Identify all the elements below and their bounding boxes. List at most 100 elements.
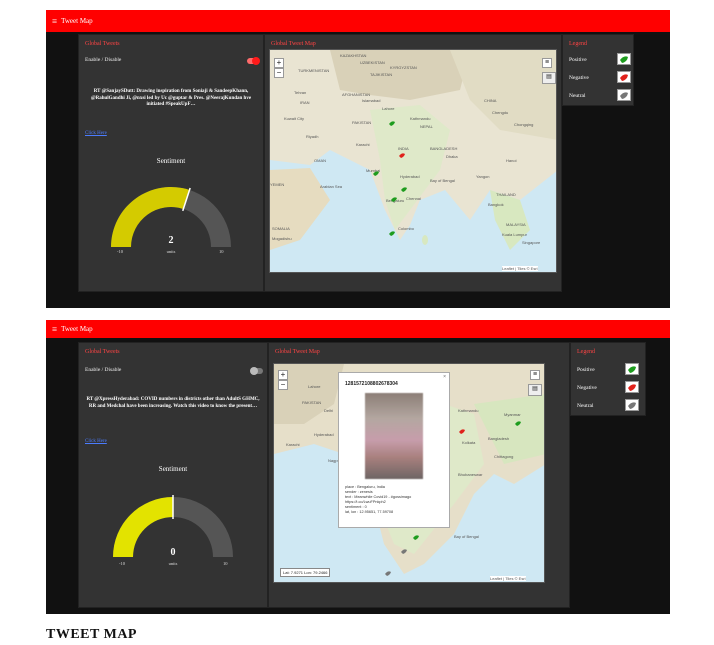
neutral-bird-icon — [625, 399, 639, 411]
tweet-media-image — [365, 393, 423, 479]
twitter-bird-icon[interactable] — [458, 428, 466, 435]
click-here-link[interactable]: Click Here — [85, 439, 107, 444]
layers-button[interactable]: ▤ — [542, 72, 556, 84]
map-label: Kuwait City — [284, 116, 305, 121]
legend-panel: Legend Positive Negative Neutral — [570, 342, 646, 416]
map-view[interactable]: + − ≡ ▤ KAZAKHSTAN UZBEKISTAN TURKMENIST… — [269, 49, 557, 273]
map-label: Kathmandu — [458, 408, 479, 413]
map-label: UZBEKISTAN — [360, 60, 385, 65]
map-view[interactable]: + − ≡ ▤ Lahore PAKISTAN Delhi Hyderabad … — [273, 363, 545, 583]
legend-label-negative: Negative — [569, 75, 589, 81]
map-label: KAZAKHSTAN — [340, 53, 367, 58]
map-label: Mogadishu — [272, 236, 292, 241]
twitter-bird-icon[interactable] — [400, 186, 408, 193]
gauge-max: 10 — [219, 249, 224, 254]
twitter-bird-icon[interactable] — [412, 534, 420, 541]
twitter-bird-icon[interactable] — [390, 196, 398, 203]
legend-label-neutral: Neutral — [577, 403, 594, 409]
legend-panel: Legend Positive Negative Neutral — [562, 34, 634, 106]
twitter-bird-icon[interactable] — [388, 120, 396, 127]
negative-bird-icon — [617, 71, 631, 83]
neutral-bird-icon — [617, 89, 631, 101]
map-label: Chengdu — [492, 110, 509, 115]
map-label: MALAYSIA — [506, 222, 526, 227]
popup-text: text : Meanwhile Covid19 - #gossimago — [345, 495, 412, 499]
map-attribution: Leaflet | Tiles © Esri — [490, 576, 526, 581]
enable-toggle[interactable] — [247, 57, 260, 65]
legend-title: Legend — [577, 349, 595, 355]
menu-icon[interactable]: ≡ — [52, 16, 57, 26]
map-label: PAKISTAN — [352, 120, 372, 125]
map-label: Hyderabad — [314, 432, 334, 437]
screen-1: ≡ Tweet Map Global Tweets Enable / Disab… — [46, 10, 670, 308]
gauge-value: 0 — [170, 547, 176, 558]
map-label: Chennai — [406, 196, 421, 201]
click-here-link[interactable]: Click Here — [85, 131, 107, 136]
global-tweets-panel: Global Tweets Enable / Disable RT @Xpres… — [78, 342, 268, 608]
global-tweet-map-panel: Global Tweet Map + − ≡ ▤ Lahore PAKISTAN… — [268, 342, 570, 608]
app-bar: ≡ Tweet Map — [46, 10, 670, 32]
twitter-bird-icon[interactable] — [384, 570, 392, 577]
map-label: Chittagong — [494, 454, 514, 459]
map-label: Colombo — [398, 226, 415, 231]
map-label: YEMEN — [270, 182, 285, 187]
map-label: Singapore — [522, 240, 541, 245]
legend-label-negative: Negative — [577, 385, 597, 391]
gauge-unit: units — [166, 249, 176, 254]
positive-bird-icon — [617, 53, 631, 65]
map-label: Dhaka — [446, 154, 458, 159]
sentiment-title: Sentiment — [156, 157, 186, 165]
map-label: NEPAL — [420, 124, 433, 129]
zoom-out-button[interactable]: − — [278, 380, 288, 390]
map-label: TURKMENISTAN — [298, 68, 330, 73]
popup-place: place : Bengaluru, India — [345, 485, 385, 489]
gauge-min: -10 — [117, 249, 123, 254]
gauge-unit: units — [168, 561, 178, 566]
map-label: KYRGYZSTAN — [390, 65, 417, 70]
popup-sender: sender : zenesis — [345, 490, 373, 494]
twitter-bird-icon[interactable] — [398, 152, 406, 159]
map-label: Yangon — [476, 174, 490, 179]
twitter-bird-icon[interactable] — [372, 170, 380, 177]
twitter-bird-icon[interactable] — [388, 230, 396, 237]
global-tweets-panel: Global Tweets Enable / Disable RT @Sanja… — [78, 34, 264, 292]
panel-title: Global Tweets — [85, 41, 120, 47]
map-menu-button[interactable]: ≡ — [530, 370, 540, 380]
legend-title: Legend — [569, 41, 587, 47]
panel-title: Global Tweets — [85, 349, 120, 355]
zoom-out-button[interactable]: − — [274, 68, 284, 78]
gauge-min: -10 — [119, 561, 125, 566]
app-title: Tweet Map — [61, 325, 93, 333]
menu-icon[interactable]: ≡ — [52, 324, 57, 334]
twitter-bird-icon[interactable] — [514, 420, 522, 427]
map-label: Bhubaneswar — [458, 472, 483, 477]
screen-2: ≡ Tweet Map Global Tweets Enable / Disab… — [46, 320, 670, 614]
map-label: Bay of Bengal — [454, 534, 479, 539]
toggle-knob — [252, 57, 260, 65]
map-label: Bangladesh — [488, 436, 510, 441]
map-label: Myanmar — [504, 412, 521, 417]
popup-close-icon[interactable]: × — [443, 374, 446, 380]
map-label: Hyderabad — [400, 174, 420, 179]
legend-label-positive: Positive — [577, 367, 595, 373]
map-menu-button[interactable]: ≡ — [542, 58, 552, 68]
zoom-in-button[interactable]: + — [274, 58, 284, 68]
positive-bird-icon — [625, 363, 639, 375]
map-label: OMAN — [314, 158, 326, 163]
enable-toggle[interactable] — [250, 367, 263, 375]
negative-bird-icon — [625, 381, 639, 393]
map-label: Chongqing — [514, 122, 534, 127]
gauge-max: 10 — [223, 561, 228, 566]
map-label: Kuala Lumpur — [502, 232, 527, 237]
twitter-bird-icon[interactable] — [400, 548, 408, 555]
gauge-value: 2 — [168, 235, 174, 246]
layers-button[interactable]: ▤ — [528, 384, 542, 396]
map-label: Bangkok — [488, 202, 504, 207]
zoom-in-button[interactable]: + — [278, 370, 288, 380]
popup-tweet-id: 1281572108802678304 — [345, 381, 398, 387]
tweet-text: RT @XpressHyderabad: COVID numbers in di… — [86, 397, 260, 409]
map-label: Kathmandu — [410, 116, 431, 121]
toggle-label: Enable / Disable — [85, 367, 122, 373]
global-tweet-map-panel: Global Tweet Map + − ≡ ▤ KAZAKHSTAN UZBE… — [264, 34, 562, 292]
tweet-popup: × 1281572108802678304 place : Bengaluru,… — [338, 372, 450, 528]
